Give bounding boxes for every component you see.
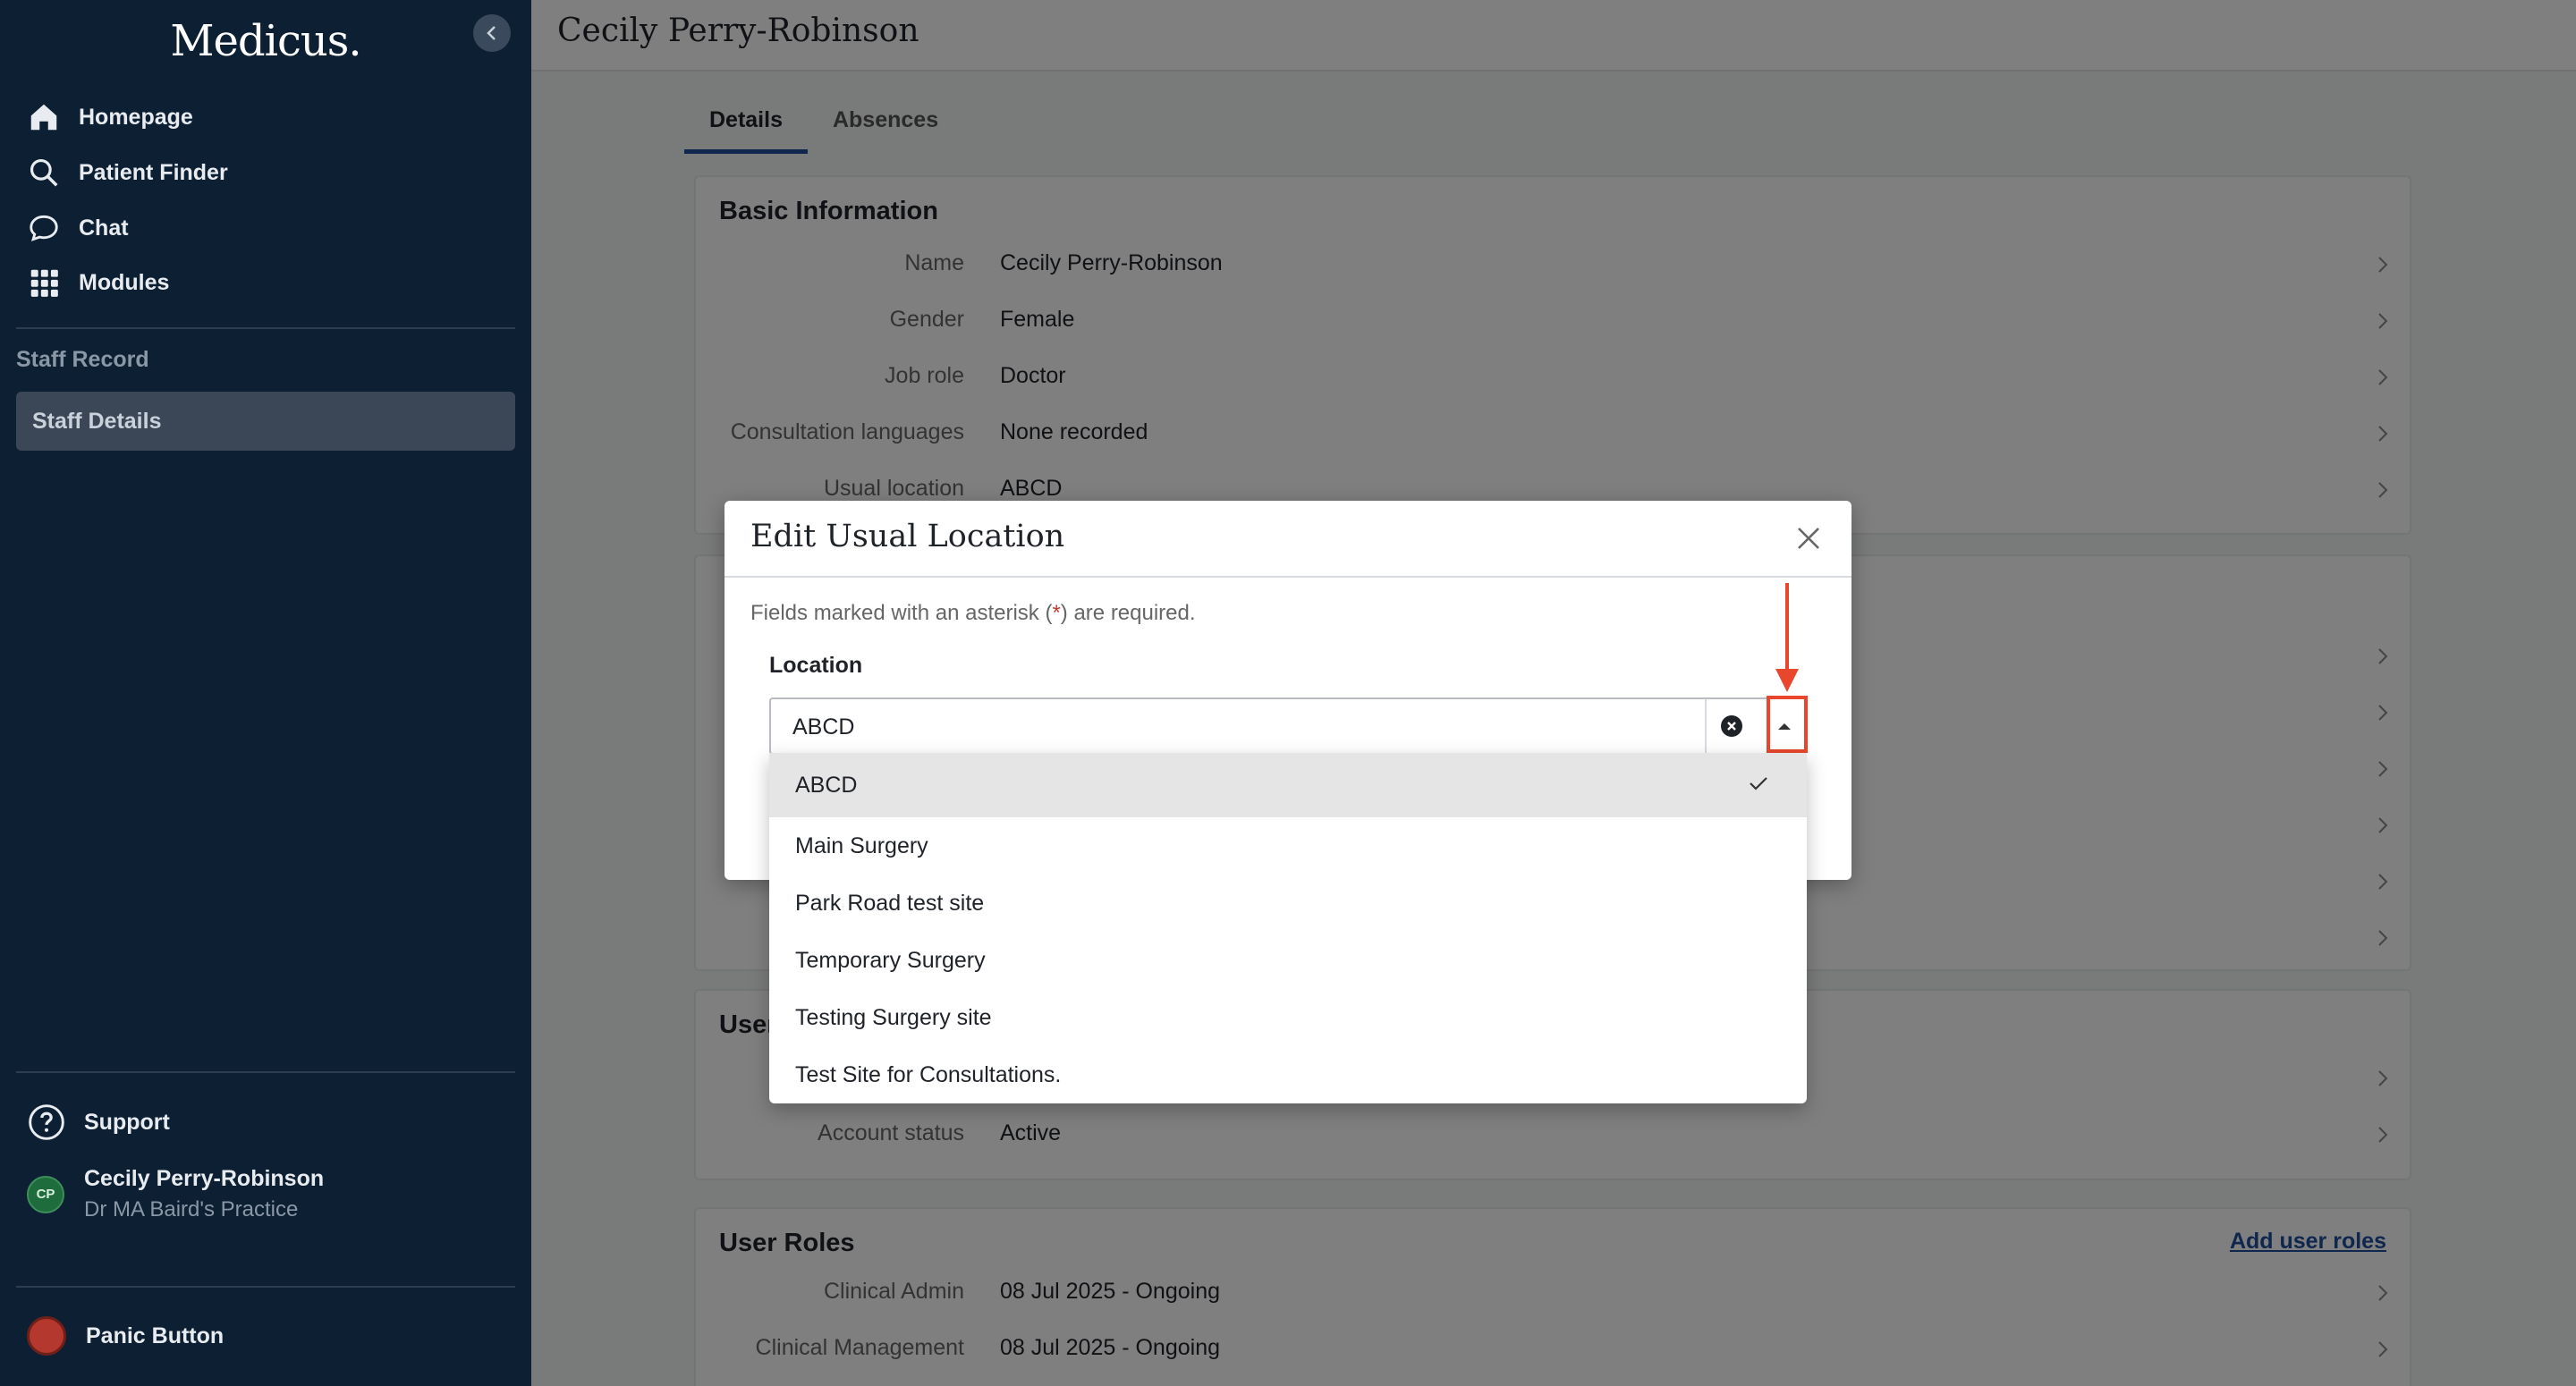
required-fields-hint: Fields marked with an asterisk (*) are r… (750, 601, 1196, 626)
sidebar: Medicus. Homepage Patient Finder Chat Mo… (0, 0, 531, 1386)
sidebar-divider (16, 327, 515, 329)
location-select[interactable]: ABCD (769, 697, 1807, 755)
dropdown-option[interactable]: Test Site for Consultations. (769, 1046, 1807, 1103)
location-label: Location (769, 653, 863, 678)
current-user[interactable]: CP Cecily Perry-Robinson Dr MA Baird's P… (27, 1166, 324, 1222)
dropdown-option[interactable]: Testing Surgery site (769, 989, 1807, 1046)
option-label: Main Surgery (795, 832, 928, 858)
sidebar-divider (16, 1286, 515, 1288)
nav-support[interactable]: Support (27, 1100, 170, 1145)
annotation-highlight (1767, 696, 1808, 753)
grid-icon (30, 269, 58, 297)
user-name: Cecily Perry-Robinson (84, 1166, 325, 1191)
close-button[interactable] (1791, 520, 1826, 556)
option-label: ABCD (795, 772, 858, 798)
sidebar-item-staff-details[interactable]: Staff Details (16, 392, 515, 451)
panic-button[interactable]: Panic Button (27, 1316, 224, 1356)
dropdown-option[interactable]: Park Road test site (769, 875, 1807, 932)
dropdown-option[interactable]: ABCD (769, 753, 1807, 817)
nav-label: Chat (79, 215, 129, 241)
sidebar-section-title: Staff Record (16, 347, 149, 372)
modal-title: Edit Usual Location (750, 519, 1065, 554)
hint-text: Fields marked with an asterisk ( (750, 601, 1053, 625)
clear-selection-button[interactable] (1705, 699, 1757, 753)
dropdown-option[interactable]: Main Surgery (769, 817, 1807, 875)
modal-header: Edit Usual Location (724, 501, 1852, 578)
location-selected-value: ABCD (792, 714, 855, 739)
nav-modules[interactable]: Modules (27, 260, 169, 305)
panic-icon (27, 1316, 66, 1356)
collapse-sidebar-button[interactable] (473, 14, 511, 52)
required-asterisk: * (1052, 601, 1061, 625)
close-icon (1798, 528, 1819, 549)
annotation-arrow-head (1775, 669, 1799, 692)
option-label: Temporary Surgery (795, 947, 986, 973)
user-practice: Dr MA Baird's Practice (84, 1197, 299, 1221)
nav-label: Homepage (79, 104, 193, 130)
nav-label: Support (84, 1109, 170, 1135)
home-icon (30, 104, 57, 131)
annotation-arrow (1785, 583, 1789, 672)
sidebar-divider (16, 1071, 515, 1073)
help-icon (29, 1104, 64, 1140)
nav-label: Modules (79, 269, 170, 295)
checkmark-icon (1746, 771, 1771, 802)
chevron-left-icon (487, 26, 496, 40)
chat-icon (30, 215, 58, 241)
nav-patient-finder[interactable]: Patient Finder (27, 150, 228, 195)
avatar: CP (27, 1175, 64, 1213)
location-dropdown-list: ABCD Main Surgery Park Road test site Te… (769, 753, 1807, 1103)
option-label: Park Road test site (795, 890, 985, 916)
nav-label: Patient Finder (79, 159, 228, 185)
option-label: Test Site for Consultations. (795, 1061, 1062, 1087)
panic-label: Panic Button (86, 1323, 225, 1348)
hint-text: ) are required. (1060, 601, 1196, 625)
search-icon (30, 158, 58, 187)
dropdown-option[interactable]: Temporary Surgery (769, 932, 1807, 989)
app-logo: Medicus. (170, 16, 361, 66)
clear-icon (1721, 715, 1742, 737)
option-label: Testing Surgery site (795, 1004, 992, 1030)
nav-chat[interactable]: Chat (27, 206, 129, 250)
nav-homepage[interactable]: Homepage (27, 95, 193, 139)
